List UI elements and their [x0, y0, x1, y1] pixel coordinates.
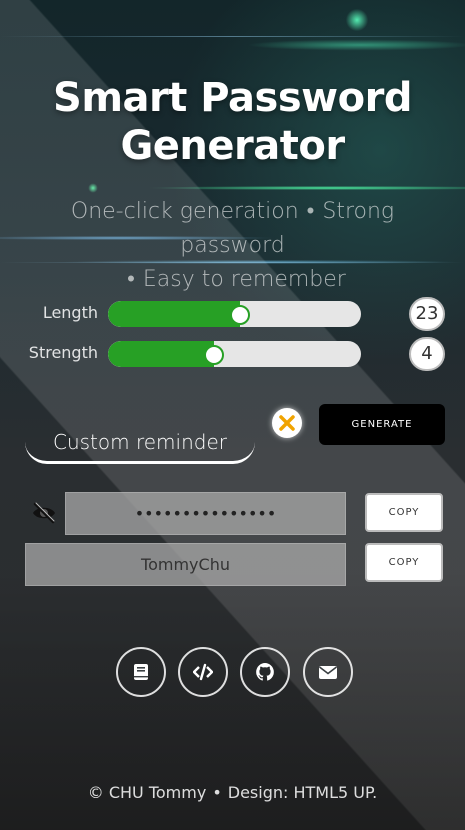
close-icon: [279, 415, 295, 431]
tagline-line-1: One-click generation • Strong password: [20, 195, 445, 263]
github-icon: [256, 663, 274, 681]
bullet-separator: •: [127, 267, 135, 292]
mail-icon: [319, 666, 337, 679]
generate-button[interactable]: GENERATE: [319, 404, 445, 445]
code-icon: [193, 663, 213, 681]
design-credit-link[interactable]: Design: HTML5 UP.: [228, 783, 377, 802]
length-slider[interactable]: [108, 301, 361, 327]
username-output-field[interactable]: TommyChu: [25, 543, 346, 586]
length-slider-fill: [108, 301, 240, 327]
title-line-1: Smart Password: [53, 75, 412, 121]
copy-username-button[interactable]: COPY: [365, 543, 443, 582]
password-output-field[interactable]: •••••••••••••••: [65, 492, 346, 535]
length-slider-handle[interactable]: [229, 305, 250, 325]
strength-slider-handle[interactable]: [204, 345, 225, 365]
strength-value: 4: [409, 337, 445, 371]
book-link[interactable]: [116, 647, 166, 697]
copy-password-button[interactable]: COPY: [365, 493, 443, 532]
length-value: 23: [409, 297, 445, 331]
footer: © CHU Tommy • Design: HTML5 UP.: [0, 783, 465, 802]
clear-reminder-button[interactable]: [272, 408, 302, 438]
strength-control: Strength 4: [0, 337, 465, 371]
tagline-item: Easy to remember: [142, 267, 346, 292]
length-label: Length: [42, 303, 98, 322]
eye-off-icon: [33, 502, 55, 524]
toggle-visibility-button[interactable]: [31, 502, 57, 524]
bullet-separator: •: [212, 783, 222, 802]
tagline: One-click generation • Strong password • Ea…: [20, 195, 445, 297]
page-title: Smart Password Generator: [0, 74, 465, 170]
copyright-text: © CHU Tommy: [87, 783, 207, 802]
length-control: Length 23: [0, 297, 465, 331]
book-icon: [134, 664, 148, 680]
code-link[interactable]: [178, 647, 228, 697]
custom-reminder-button[interactable]: Custom reminder: [25, 424, 255, 464]
tagline-item: One-click generation: [70, 199, 299, 224]
bullet-separator: •: [306, 199, 315, 224]
tagline-line-2: • Easy to remember: [20, 263, 445, 297]
strength-label: Strength: [28, 343, 98, 362]
mail-link[interactable]: [303, 647, 353, 697]
app-content: Smart Password Generator One-click gener…: [0, 0, 465, 830]
strength-slider[interactable]: [108, 341, 361, 367]
github-link[interactable]: [240, 647, 290, 697]
title-line-2: Generator: [120, 123, 345, 169]
strength-slider-fill: [108, 341, 215, 367]
